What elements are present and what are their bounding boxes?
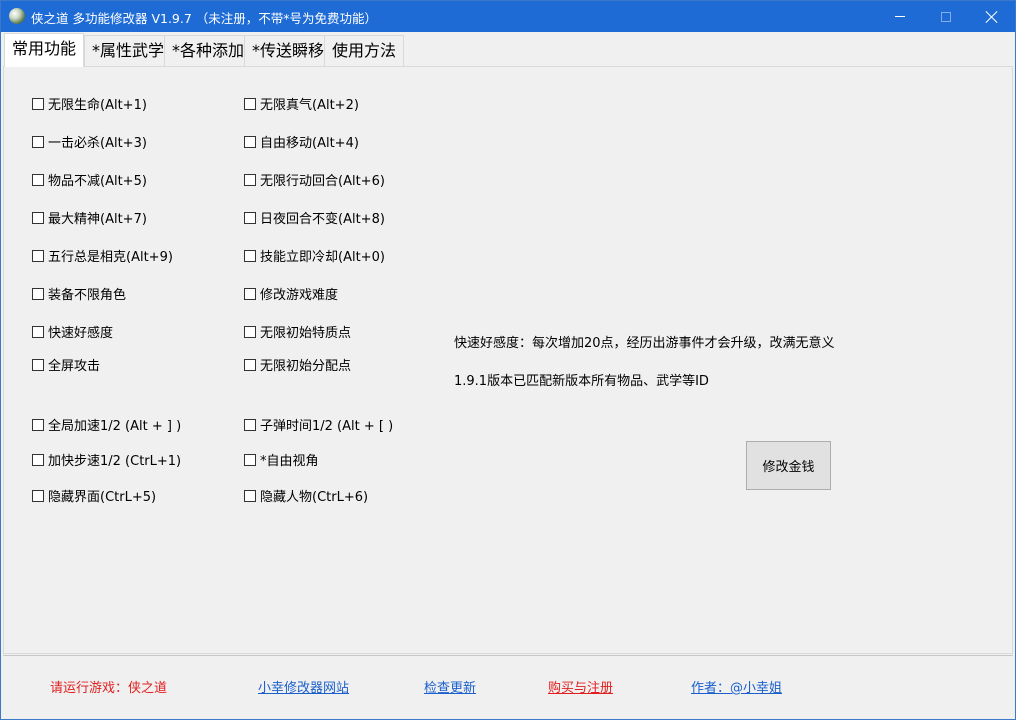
checkbox-day-night-frozen[interactable]: 日夜回合不变(Alt+8)	[244, 208, 385, 227]
checkbox-hide-characters[interactable]: 隐藏人物(CtrL+6)	[244, 486, 368, 505]
website-link[interactable]: 小幸修改器网站	[258, 677, 349, 696]
checkbox-box[interactable]	[244, 211, 256, 224]
checkbox-label: 隐藏界面(CtrL+5)	[48, 490, 157, 505]
checkbox-full-screen-attack[interactable]: 全屏攻击	[32, 355, 100, 374]
checkbox-box[interactable]	[244, 418, 256, 431]
checkbox-box[interactable]	[32, 358, 44, 371]
info-version-note: 1.9.1版本已匹配新版本所有物品、武学等ID	[454, 374, 709, 389]
checkbox-label: 全屏攻击	[48, 359, 101, 374]
maximize-button[interactable]	[923, 1, 969, 32]
checkbox-label: 物品不减(Alt+5)	[48, 174, 147, 189]
checkbox-items-not-decrease[interactable]: 物品不减(Alt+5)	[32, 170, 147, 189]
checkbox-fast-affection[interactable]: 快速好感度	[32, 322, 113, 341]
close-icon	[986, 11, 998, 23]
checkbox-box[interactable]	[32, 97, 44, 110]
tab-bar: 常用功能 *属性武学 *各种添加 *传送瞬移 使用方法	[1, 32, 1015, 67]
checkbox-box[interactable]	[244, 97, 256, 110]
checkbox-box[interactable]	[244, 358, 256, 371]
checkbox-label: 全局加速1/2 (Alt + ] )	[48, 419, 182, 434]
checkbox-modify-difficulty[interactable]: 修改游戏难度	[244, 284, 338, 303]
checkbox-box[interactable]	[244, 249, 256, 262]
checkbox-label: 日夜回合不变(Alt+8)	[260, 212, 385, 227]
tab-common-functions[interactable]: 常用功能	[4, 33, 85, 67]
checkbox-label: 无限生命(Alt+1)	[48, 98, 147, 113]
checkbox-label: 快速好感度	[48, 326, 114, 341]
checkbox-label: 子弹时间1/2 (Alt + [ )	[260, 419, 394, 434]
run-game-status: 请运行游戏：侠之道	[50, 681, 168, 696]
checkbox-label: 五行总是相克(Alt+9)	[48, 250, 173, 265]
checkbox-box[interactable]	[32, 135, 44, 148]
checkbox-label: 无限初始分配点	[260, 359, 352, 374]
checkbox-free-camera[interactable]: *自由视角	[244, 450, 319, 469]
title-bar[interactable]: 侠之道 多功能修改器 V1.9.7 （未注册，不带*号为免费功能）	[1, 1, 1015, 32]
close-button[interactable]	[969, 1, 1015, 32]
checkbox-infinite-trait-points[interactable]: 无限初始特质点	[244, 322, 351, 341]
author-link[interactable]: 作者：@小幸姐	[691, 677, 782, 696]
checkbox-five-elements-counter[interactable]: 五行总是相克(Alt+9)	[32, 246, 173, 265]
tab-add-items[interactable]: *各种添加	[164, 35, 253, 67]
checkbox-label: 一击必杀(Alt+3)	[48, 136, 147, 151]
checkbox-label: 无限真气(Alt+2)	[260, 98, 359, 113]
tab-teleport[interactable]: *传送瞬移	[244, 35, 333, 67]
checkbox-label: *自由视角	[260, 454, 319, 469]
checkbox-one-hit-kill[interactable]: 一击必杀(Alt+3)	[32, 132, 147, 151]
checkbox-box[interactable]	[32, 249, 44, 262]
checkbox-hide-ui[interactable]: 隐藏界面(CtrL+5)	[32, 486, 156, 505]
checkbox-label: 最大精神(Alt+7)	[48, 212, 147, 227]
footer-divider	[3, 655, 1013, 656]
minimize-icon	[895, 16, 905, 17]
checkbox-box[interactable]	[32, 211, 44, 224]
checkbox-label: 隐藏人物(CtrL+6)	[260, 490, 369, 505]
checkbox-infinite-health[interactable]: 无限生命(Alt+1)	[32, 94, 147, 113]
app-logo-icon	[9, 8, 25, 24]
checkbox-label: 加快步速1/2 (CtrL+1)	[48, 454, 182, 469]
info-affection-note: 快速好感度：每次增加20点，经历出游事件才会升级，改满无意义	[454, 336, 835, 351]
checkbox-box[interactable]	[32, 418, 44, 431]
maximize-icon	[941, 11, 951, 22]
modify-gold-button[interactable]: 修改金钱	[746, 441, 831, 490]
checkbox-global-speedup[interactable]: 全局加速1/2 (Alt + ] )	[32, 415, 181, 434]
checkbox-infinite-qi[interactable]: 无限真气(Alt+2)	[244, 94, 359, 113]
app-window: 侠之道 多功能修改器 V1.9.7 （未注册，不带*号为免费功能） 常用功能 *…	[0, 0, 1016, 720]
checkbox-box[interactable]	[244, 135, 256, 148]
checkbox-box[interactable]	[244, 325, 256, 338]
checkbox-infinite-action-turns[interactable]: 无限行动回合(Alt+6)	[244, 170, 385, 189]
checkbox-box[interactable]	[244, 453, 256, 466]
tab-panel-common	[3, 66, 1013, 654]
checkbox-box[interactable]	[32, 453, 44, 466]
checkbox-label: 修改游戏难度	[260, 288, 339, 303]
checkbox-label: 装备不限角色	[48, 288, 127, 303]
checkbox-box[interactable]	[244, 173, 256, 186]
buy-register-link[interactable]: 购买与注册	[548, 677, 613, 696]
checkbox-box[interactable]	[32, 173, 44, 186]
checkbox-faster-walk[interactable]: 加快步速1/2 (CtrL+1)	[32, 450, 181, 469]
tab-usage-help[interactable]: 使用方法	[324, 35, 405, 67]
tab-attributes-martial-arts[interactable]: *属性武学	[84, 35, 173, 67]
checkbox-max-spirit[interactable]: 最大精神(Alt+7)	[32, 208, 147, 227]
checkbox-label: 技能立即冷却(Alt+0)	[260, 250, 385, 265]
checkbox-equip-any-character[interactable]: 装备不限角色	[32, 284, 126, 303]
checkbox-label: 无限初始特质点	[260, 326, 352, 341]
checkbox-box[interactable]	[32, 325, 44, 338]
checkbox-bullet-time[interactable]: 子弹时间1/2 (Alt + [ )	[244, 415, 393, 434]
checkbox-box[interactable]	[32, 489, 44, 502]
checkbox-free-movement[interactable]: 自由移动(Alt+4)	[244, 132, 359, 151]
checkbox-instant-cooldown[interactable]: 技能立即冷却(Alt+0)	[244, 246, 385, 265]
window-title: 侠之道 多功能修改器 V1.9.7 （未注册，不带*号为免费功能）	[31, 11, 378, 26]
checkbox-box[interactable]	[32, 287, 44, 300]
checkbox-box[interactable]	[244, 489, 256, 502]
checkbox-box[interactable]	[244, 287, 256, 300]
checkbox-infinite-allocation-points[interactable]: 无限初始分配点	[244, 355, 351, 374]
minimize-button[interactable]	[877, 1, 923, 32]
checkbox-label: 无限行动回合(Alt+6)	[260, 174, 385, 189]
check-update-link[interactable]: 检查更新	[424, 677, 476, 696]
checkbox-label: 自由移动(Alt+4)	[260, 136, 359, 151]
